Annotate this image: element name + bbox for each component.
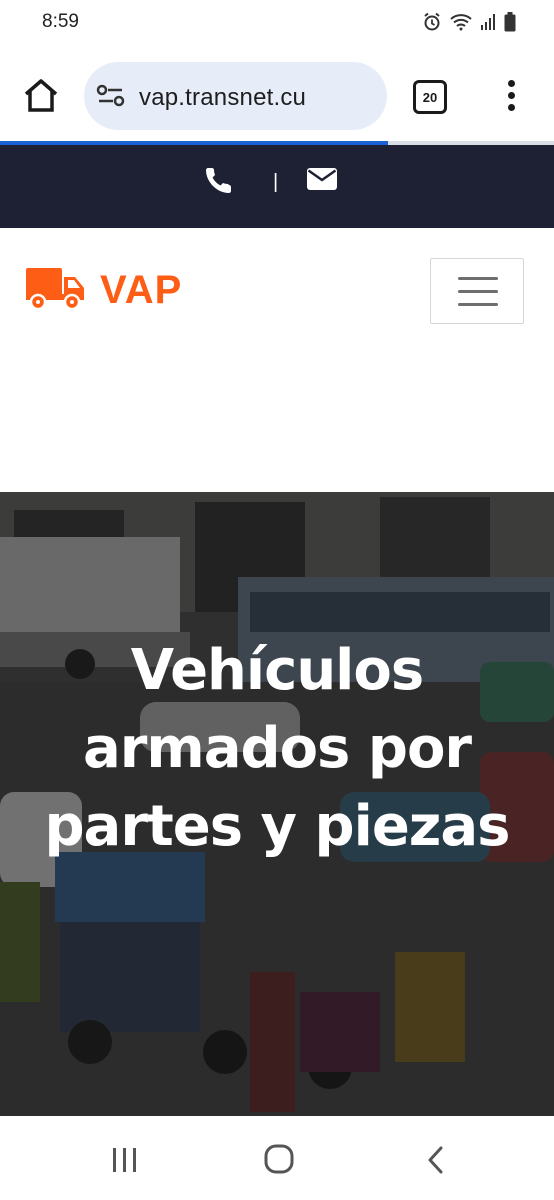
logo-text: VAP: [100, 268, 183, 312]
signal-icon: [480, 13, 496, 31]
site-navbar: VAP: [0, 228, 554, 492]
site-info-icon[interactable]: [96, 84, 126, 113]
back-icon[interactable]: [426, 1146, 446, 1179]
home-icon: [23, 78, 59, 117]
hamburger-menu-icon[interactable]: [430, 258, 524, 324]
status-icons: [422, 12, 516, 32]
tab-switcher-button[interactable]: 20: [413, 80, 447, 114]
site-logo[interactable]: VAP: [26, 264, 182, 317]
system-navigation-bar: [0, 1116, 554, 1200]
wifi-icon: [450, 13, 472, 31]
contact-topbar: |: [0, 145, 554, 228]
status-bar: 8:59: [0, 0, 554, 48]
home-circle-icon[interactable]: [264, 1144, 294, 1179]
battery-icon: [504, 12, 516, 32]
more-vert-icon[interactable]: [500, 78, 524, 114]
contact-separator: |: [273, 171, 279, 193]
alarm-icon: [422, 12, 442, 32]
browser-toolbar: vap.transnet.cu 20: [0, 58, 554, 138]
phone-icon[interactable]: [204, 165, 234, 200]
url-text[interactable]: vap.transnet.cu: [139, 84, 306, 112]
envelope-icon[interactable]: [307, 168, 337, 195]
truck-icon: [26, 264, 86, 317]
browser-home-button[interactable]: [20, 76, 62, 118]
status-time: 8:59: [42, 11, 79, 32]
hero-title: Vehículos armados por partes y piezas: [44, 638, 510, 859]
hero-banner: Vehículos armados por partes y piezas: [0, 492, 554, 1116]
recents-icon[interactable]: [111, 1147, 139, 1178]
address-bar[interactable]: vap.transnet.cu: [84, 62, 387, 130]
